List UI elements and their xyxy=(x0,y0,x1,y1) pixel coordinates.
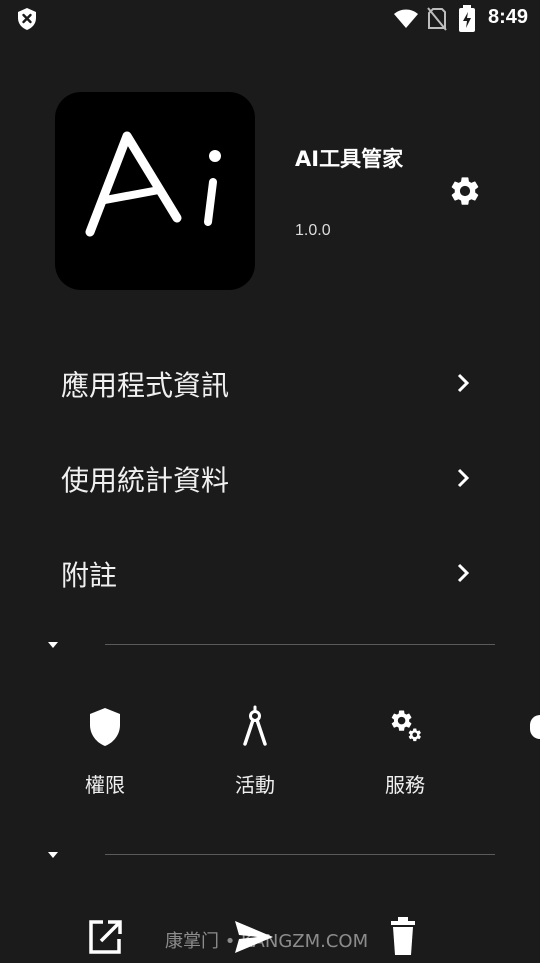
battery-charging-icon xyxy=(459,5,475,32)
settings-button[interactable] xyxy=(448,174,482,208)
send-icon xyxy=(235,921,273,953)
chevron-right-icon xyxy=(457,563,470,583)
partial-tab-icon xyxy=(530,715,540,739)
tab-partial[interactable] xyxy=(530,715,540,739)
menu-item-label: 應用程式資訊 xyxy=(61,369,230,402)
delete-icon xyxy=(391,917,415,955)
chevron-right-icon xyxy=(457,468,470,488)
open-external-icon xyxy=(89,920,122,954)
menu-item-app-info[interactable]: 應用程式資訊 xyxy=(0,338,540,428)
wifi-icon xyxy=(394,9,418,28)
app-name: AI工具管家 xyxy=(295,147,404,171)
menu-item-usage-stats[interactable]: 使用統計資料 xyxy=(0,433,540,523)
shield-icon xyxy=(90,708,120,746)
status-bar: 8:49 xyxy=(0,0,540,36)
divider xyxy=(105,854,495,855)
gear-icon xyxy=(451,177,479,205)
tab-services[interactable]: 服務 xyxy=(345,705,465,805)
tab-activities[interactable]: 活動 xyxy=(195,705,315,805)
tab-label: 權限 xyxy=(85,773,125,797)
tab-permissions[interactable]: 權限 xyxy=(45,705,165,805)
compass-icon xyxy=(243,705,267,746)
collapse-toggle-icon[interactable] xyxy=(44,848,62,862)
collapse-toggle-icon[interactable] xyxy=(44,638,62,652)
divider xyxy=(105,644,495,645)
tab-label: 活動 xyxy=(235,773,275,797)
send-button[interactable] xyxy=(232,915,276,959)
delete-button[interactable] xyxy=(382,915,426,959)
no-sim-icon xyxy=(427,7,447,31)
tab-label: 服務 xyxy=(385,773,425,797)
gears-icon xyxy=(391,710,421,742)
status-time: 8:49 xyxy=(487,6,528,28)
menu-item-label: 使用統計資料 xyxy=(61,464,230,497)
menu-item-label: 附註 xyxy=(61,559,118,592)
shield-close-icon xyxy=(18,8,36,30)
chevron-right-icon xyxy=(457,373,470,393)
app-logo-ai xyxy=(85,131,221,237)
app-icon xyxy=(55,92,255,290)
open-external-button[interactable] xyxy=(83,915,127,959)
menu-item-notes[interactable]: 附註 xyxy=(0,528,540,618)
app-version: 1.0.0 xyxy=(295,222,331,239)
